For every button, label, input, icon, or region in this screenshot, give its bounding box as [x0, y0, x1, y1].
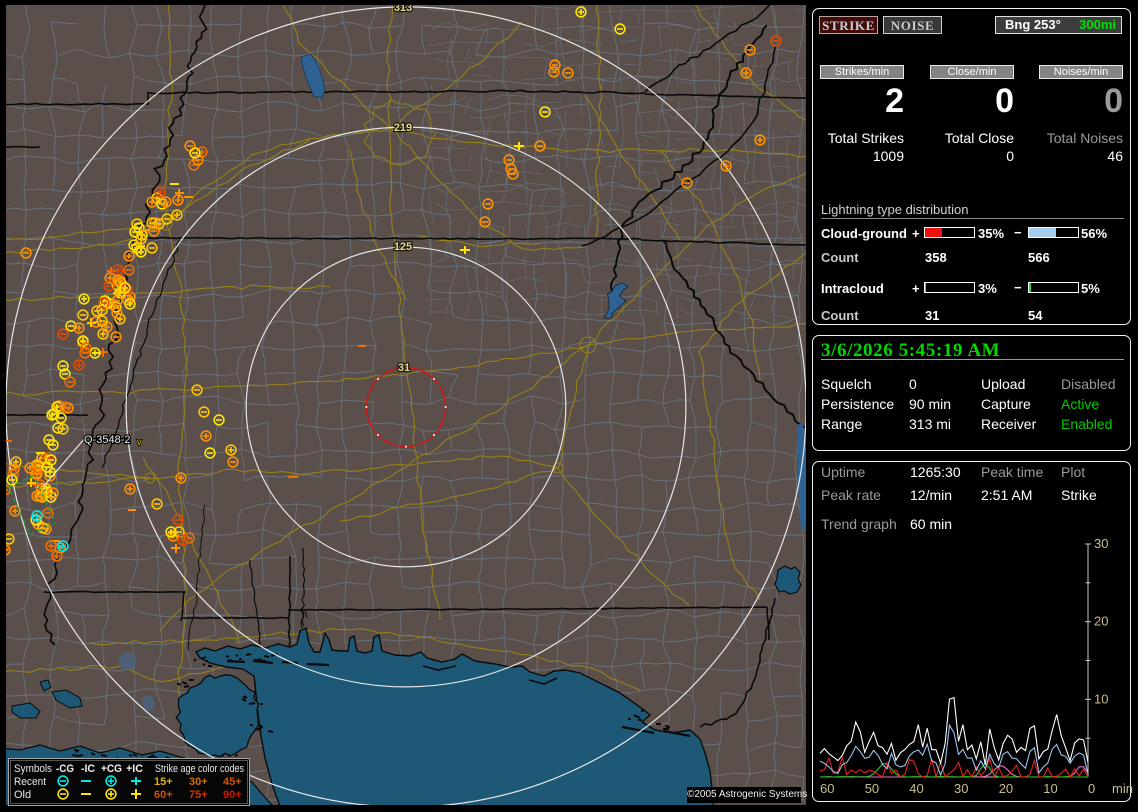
svg-text:10: 10: [1043, 781, 1057, 796]
svg-text:219: 219: [394, 122, 412, 134]
svg-text:40: 40: [909, 781, 923, 796]
svg-text:10: 10: [1094, 691, 1108, 706]
svg-text:+CG: +CG: [101, 763, 122, 775]
svg-text:Recent: Recent: [14, 776, 46, 788]
svg-text:125: 125: [394, 241, 412, 253]
svg-text:60+: 60+: [154, 789, 173, 801]
svg-text:-IC: -IC: [81, 763, 95, 775]
svg-text:15+: 15+: [154, 776, 173, 788]
svg-text:50: 50: [865, 781, 879, 796]
svg-text:Symbols: Symbols: [14, 763, 52, 775]
svg-text:45+: 45+: [223, 776, 242, 788]
svg-text:min: min: [1112, 781, 1133, 796]
svg-text:31: 31: [398, 362, 410, 374]
svg-text:60: 60: [820, 781, 834, 796]
svg-text:30: 30: [954, 781, 968, 796]
svg-text:Q-3548-2: Q-3548-2: [84, 434, 130, 446]
svg-text:Old: Old: [14, 789, 31, 801]
svg-text:20: 20: [1094, 614, 1108, 629]
svg-text:-CG: -CG: [56, 763, 74, 775]
svg-text:313: 313: [394, 5, 412, 14]
svg-text:0: 0: [1088, 781, 1095, 796]
svg-text:30: 30: [1094, 536, 1108, 551]
svg-text:30+: 30+: [189, 776, 208, 788]
svg-text:v: v: [137, 437, 142, 447]
svg-text:90+: 90+: [223, 789, 242, 801]
svg-text:75+: 75+: [189, 789, 208, 801]
svg-text:Strike age color codes: Strike age color codes: [155, 763, 244, 775]
svg-text:20: 20: [999, 781, 1013, 796]
svg-text:+IC: +IC: [126, 763, 143, 775]
